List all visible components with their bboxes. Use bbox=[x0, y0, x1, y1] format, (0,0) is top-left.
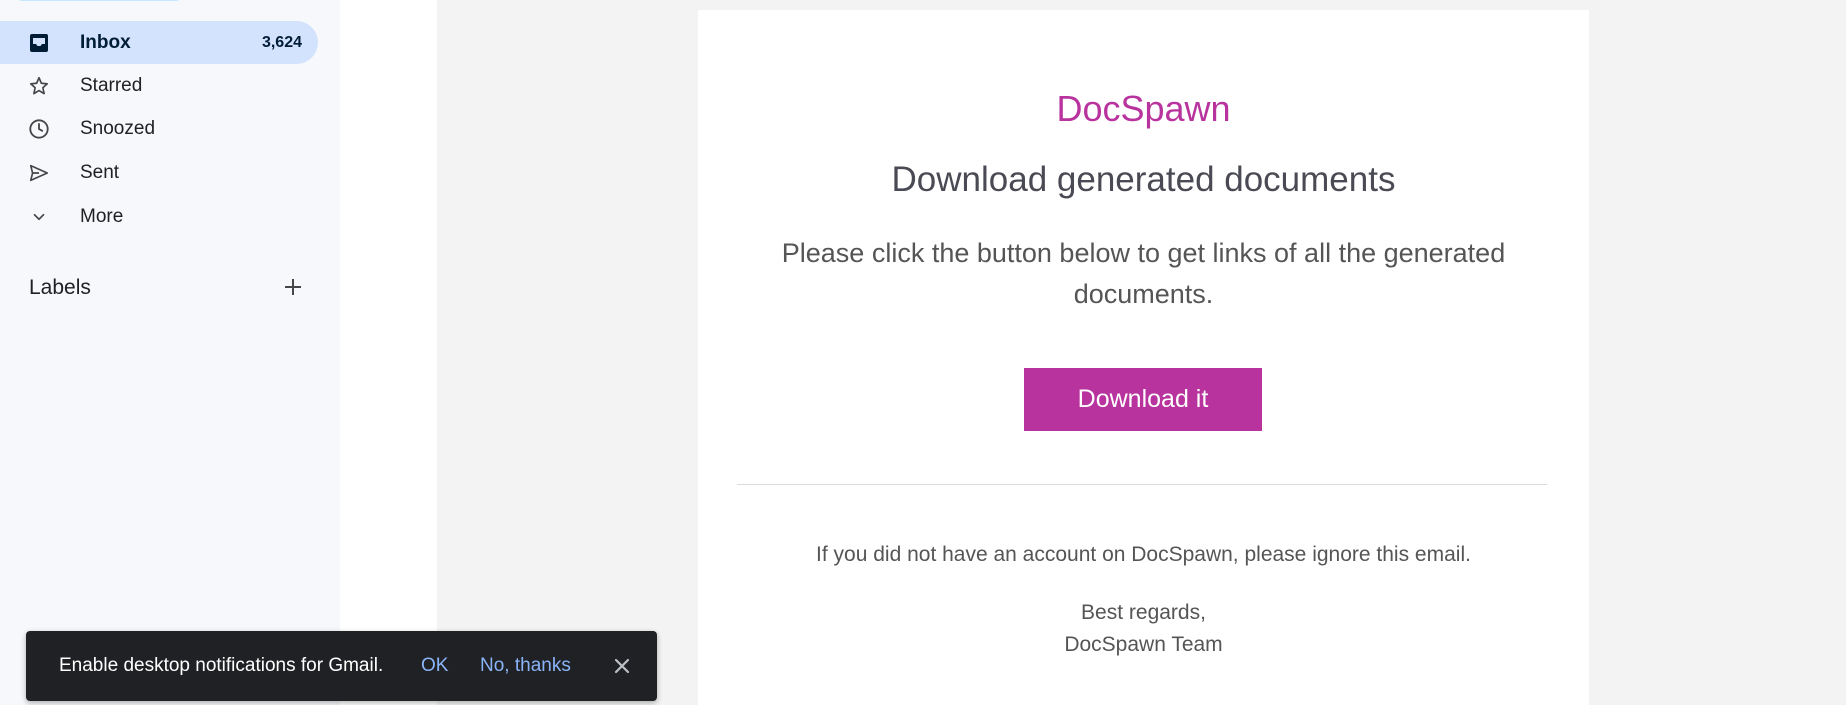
sidebar-item-label: Sent bbox=[80, 161, 120, 183]
sidebar-item-sent[interactable]: Sent bbox=[0, 151, 318, 194]
brand-name: DocSpawn bbox=[1056, 88, 1231, 129]
message-list-edge bbox=[340, 0, 437, 705]
compose-button-edge[interactable] bbox=[14, 0, 184, 1]
snackbar-message: Enable desktop notifications for Gmail. bbox=[59, 655, 384, 676]
sidebar-item-snoozed[interactable]: Snoozed bbox=[0, 107, 318, 150]
labels-heading: Labels bbox=[29, 276, 91, 299]
sidebar-item-label: Snoozed bbox=[80, 117, 156, 139]
team-name: DocSpawn Team bbox=[1064, 633, 1223, 656]
email-body-text: Please click the button below to get lin… bbox=[781, 238, 1506, 309]
sidebar-item-label: Starred bbox=[80, 74, 143, 96]
email-body: DocSpawn Download generated documents Pl… bbox=[698, 10, 1589, 705]
no-thanks-button[interactable]: No, thanks bbox=[480, 655, 571, 677]
download-button[interactable]: Download it bbox=[1024, 368, 1262, 431]
add-label-button[interactable] bbox=[281, 277, 305, 301]
regards-line: Best regards, bbox=[1081, 601, 1206, 624]
inbox-icon bbox=[28, 32, 50, 54]
unread-count: 3,624 bbox=[261, 33, 302, 51]
sidebar-item-starred[interactable]: Starred bbox=[0, 64, 318, 107]
send-icon bbox=[28, 162, 50, 184]
notification-snackbar: Enable desktop notifications for Gmail. … bbox=[26, 631, 657, 701]
star-icon bbox=[28, 75, 50, 97]
clock-icon bbox=[28, 118, 50, 140]
chevron-down-icon bbox=[28, 206, 50, 228]
close-icon[interactable] bbox=[611, 655, 633, 677]
sidebar-item-more[interactable]: More bbox=[0, 195, 318, 238]
sidebar-item-label: More bbox=[80, 205, 124, 227]
signature: Best regards, DocSpawn Team bbox=[698, 597, 1589, 661]
sidebar: Inbox 3,624 Starred Snoozed Sent More La… bbox=[0, 0, 340, 705]
email-headline: Download generated documents bbox=[891, 160, 1396, 199]
ok-button[interactable]: OK bbox=[421, 655, 448, 677]
plus-icon bbox=[283, 277, 303, 302]
sidebar-item-label: Inbox bbox=[80, 31, 131, 53]
divider bbox=[737, 484, 1547, 485]
footer-note: If you did not have an account on DocSpa… bbox=[816, 543, 1471, 566]
sidebar-item-inbox[interactable]: Inbox 3,624 bbox=[0, 21, 318, 64]
